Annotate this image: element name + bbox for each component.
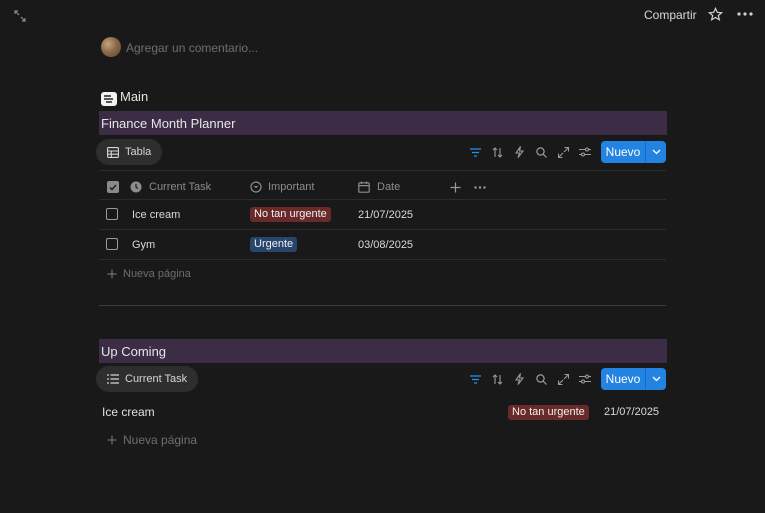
new-button-label: Nuevo <box>601 141 646 163</box>
select-icon <box>250 181 262 193</box>
divider <box>99 199 666 200</box>
row-date[interactable]: 21/07/2025 <box>358 209 413 221</box>
chevron-down-icon[interactable] <box>646 141 666 163</box>
filter-icon[interactable] <box>464 368 486 390</box>
table-icon <box>107 146 119 158</box>
column-header-important[interactable]: Important <box>250 176 314 198</box>
new-page-label: Nueva página <box>123 433 198 447</box>
row-date[interactable]: 03/08/2025 <box>358 239 413 251</box>
section-title-upcoming: Up Coming <box>99 339 667 363</box>
automation-icon[interactable] <box>508 141 530 163</box>
new-button[interactable]: Nuevo <box>601 368 666 390</box>
add-column-icon[interactable] <box>450 176 461 198</box>
view-tab-label: Tabla <box>125 146 152 158</box>
view-tab-list[interactable]: Current Task <box>96 366 199 392</box>
divider <box>99 229 666 230</box>
section-title-finance: Finance Month Planner <box>99 111 667 135</box>
plus-icon <box>107 435 117 445</box>
settings-icon[interactable] <box>574 368 596 390</box>
new-page-label: Nueva página <box>123 268 191 280</box>
comment-input[interactable]: Agregar un comentario... <box>126 41 258 55</box>
view-toolbar: Nuevo <box>464 141 666 163</box>
share-button[interactable]: Compartir <box>644 8 697 22</box>
list-item-date[interactable]: 21/07/2025 <box>604 406 659 418</box>
new-button-label: Nuevo <box>601 368 646 390</box>
column-header-task[interactable]: Current Task <box>130 176 211 198</box>
sort-icon[interactable] <box>486 141 508 163</box>
search-icon[interactable] <box>530 368 552 390</box>
new-page-button[interactable]: Nueva página <box>107 268 191 280</box>
view-tab-label: Current Task <box>125 373 188 385</box>
importance-tag[interactable]: No tan urgente <box>508 405 589 420</box>
divider <box>99 170 666 171</box>
view-toolbar: Nuevo <box>464 368 666 390</box>
new-button[interactable]: Nuevo <box>601 141 666 163</box>
column-header-date[interactable]: Date <box>358 176 400 198</box>
list-item-task[interactable]: Ice cream <box>102 405 155 419</box>
star-icon[interactable] <box>707 6 723 22</box>
avatar <box>101 37 121 57</box>
fullscreen-icon[interactable] <box>552 141 574 163</box>
column-more-icon[interactable] <box>474 176 486 198</box>
row-task[interactable]: Gym <box>132 239 155 251</box>
row-checkbox[interactable] <box>106 238 118 250</box>
row-checkbox[interactable] <box>106 208 118 220</box>
sort-icon[interactable] <box>486 368 508 390</box>
new-page-button[interactable]: Nueva página <box>107 433 197 447</box>
fullscreen-icon[interactable] <box>552 368 574 390</box>
search-icon[interactable] <box>530 141 552 163</box>
column-header-label: Current Task <box>149 181 212 193</box>
more-options-icon[interactable] <box>736 6 754 22</box>
clock-icon <box>130 181 142 193</box>
row-task[interactable]: Ice cream <box>132 209 180 221</box>
select-all-checkbox[interactable] <box>107 176 119 198</box>
settings-icon[interactable] <box>574 141 596 163</box>
plus-icon <box>107 269 117 279</box>
divider <box>99 259 666 260</box>
calendar-icon <box>358 181 370 193</box>
expand-icon[interactable] <box>12 8 28 24</box>
section-divider <box>99 305 666 306</box>
hand-icon <box>101 92 117 106</box>
importance-tag[interactable]: Urgente <box>250 237 298 252</box>
chevron-down-icon[interactable] <box>646 368 666 390</box>
importance-tag[interactable]: No tan urgente <box>250 207 331 222</box>
list-icon <box>107 374 119 384</box>
automation-icon[interactable] <box>508 368 530 390</box>
filter-icon[interactable] <box>464 141 486 163</box>
column-header-label: Important <box>268 181 315 193</box>
page-title: Main <box>120 89 149 104</box>
view-tab-table[interactable]: Tabla <box>96 139 163 165</box>
column-header-label: Date <box>377 181 401 193</box>
